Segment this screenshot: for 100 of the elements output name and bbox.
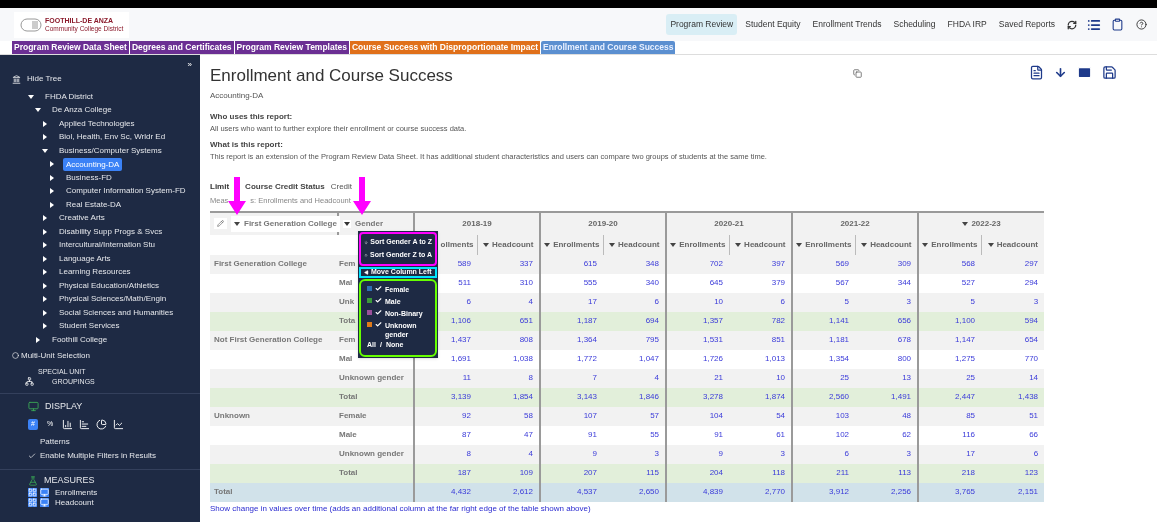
report-tab[interactable]: Program Review Data Sheet xyxy=(12,41,129,54)
value-cell[interactable]: 1,357 xyxy=(703,316,724,325)
value-cell[interactable]: 25 xyxy=(966,373,976,382)
tree-item[interactable]: Physical Education/Athletics xyxy=(56,279,163,292)
value-cell[interactable]: 211 xyxy=(836,468,850,477)
value-cell[interactable]: 21 xyxy=(714,373,724,382)
tree-item[interactable]: Accounting-DA xyxy=(63,157,123,171)
value-cell[interactable]: 1,181 xyxy=(829,335,850,344)
value-cell[interactable]: 10 xyxy=(714,297,724,306)
monitor-icon[interactable] xyxy=(40,498,49,507)
value-cell[interactable]: 51 xyxy=(1029,411,1039,420)
show-change-link[interactable]: Show change in values over time (adds an additional column at the far right edge of the table shown above) xyxy=(210,503,591,513)
value-cell[interactable]: 4 xyxy=(528,449,533,458)
value-cell[interactable]: 3,143 xyxy=(577,392,597,401)
value-cell[interactable]: 55 xyxy=(650,430,660,439)
value-cell[interactable]: 6 xyxy=(466,297,471,306)
nav-link[interactable]: FHDA IRP xyxy=(943,14,991,35)
value-cell[interactable]: 1,275 xyxy=(955,354,976,363)
value-cell[interactable]: 9 xyxy=(592,449,597,458)
value-cell[interactable]: 1,047 xyxy=(639,354,660,363)
check-icon[interactable] xyxy=(28,451,36,460)
value-cell[interactable]: 344 xyxy=(897,278,912,287)
value-cell[interactable]: 3 xyxy=(654,449,660,458)
value-cell[interactable]: 654 xyxy=(1024,335,1039,344)
value-cell[interactable]: 3 xyxy=(906,449,912,458)
value-cell[interactable]: 337 xyxy=(519,259,533,268)
value-cell[interactable]: 1,874 xyxy=(765,392,786,401)
value-cell[interactable]: 61 xyxy=(776,430,786,439)
chart-type-icon[interactable] xyxy=(62,419,74,430)
tree-item[interactable]: Applied Technologies xyxy=(56,117,138,130)
value-cell[interactable]: 92 xyxy=(462,411,471,420)
year-header[interactable]: 2022-23 xyxy=(971,217,1001,230)
value-cell[interactable]: 6 xyxy=(844,449,850,458)
value-cell[interactable]: 1,854 xyxy=(513,392,533,401)
value-cell[interactable]: 4,432 xyxy=(450,487,471,496)
value-cell[interactable]: 91 xyxy=(588,430,597,439)
value-cell[interactable]: 9 xyxy=(718,449,724,458)
value-cell[interactable]: 3 xyxy=(1033,297,1039,306)
value-cell[interactable]: 3,139 xyxy=(450,392,471,401)
value-cell[interactable]: 851 xyxy=(771,335,786,344)
value-cell[interactable]: 511 xyxy=(458,278,471,287)
value-cell[interactable]: 17 xyxy=(588,297,597,306)
value-cell[interactable]: 3,912 xyxy=(829,487,850,496)
value-cell[interactable]: 2,151 xyxy=(1018,487,1039,496)
value-cell[interactable]: 589 xyxy=(457,259,471,268)
value-cell[interactable]: 118 xyxy=(772,468,786,477)
chart-type-icon[interactable] xyxy=(79,419,91,430)
table-icon[interactable] xyxy=(28,488,37,497)
list-icon[interactable] xyxy=(1087,17,1101,32)
value-cell[interactable]: 218 xyxy=(961,468,976,477)
tree-item[interactable]: Business-FD xyxy=(63,171,115,184)
value-cell[interactable]: 6 xyxy=(654,297,660,306)
value-cell[interactable]: 66 xyxy=(1029,430,1039,439)
value-cell[interactable]: 4,839 xyxy=(703,487,724,496)
nav-link[interactable]: Scheduling xyxy=(889,14,940,35)
value-cell[interactable]: 678 xyxy=(897,335,912,344)
report-tab[interactable]: Degrees and Certificates xyxy=(129,41,234,54)
value-cell[interactable]: 13 xyxy=(902,373,912,382)
value-cell[interactable]: 11 xyxy=(462,373,471,382)
nav-link[interactable]: Student Equity xyxy=(741,14,805,35)
tree-item[interactable]: Social Sciences and Humanities xyxy=(56,306,177,319)
value-cell[interactable]: 555 xyxy=(583,278,597,287)
value-cell[interactable]: 58 xyxy=(524,411,533,420)
collapse-toggle[interactable]: » xyxy=(187,59,192,71)
value-cell[interactable]: 25 xyxy=(840,373,850,382)
value-cell[interactable]: 85 xyxy=(966,411,976,420)
row-field-dropdown[interactable]: First Generation College xyxy=(231,215,340,232)
value-cell[interactable]: 1,187 xyxy=(577,316,597,325)
value-cell[interactable]: 567 xyxy=(835,278,850,287)
value-cell[interactable]: 1,354 xyxy=(829,354,850,363)
value-cell[interactable]: 6 xyxy=(1033,449,1039,458)
tree-item[interactable]: Disability Supp Progs & Svcs xyxy=(56,225,166,238)
value-cell[interactable]: 1,147 xyxy=(955,335,976,344)
tree-item[interactable]: Foothill College xyxy=(49,333,111,346)
value-cell[interactable]: 48 xyxy=(902,411,912,420)
tree-item[interactable]: De Anza College xyxy=(49,104,115,117)
value-cell[interactable]: 770 xyxy=(1024,354,1039,363)
radio-icon[interactable] xyxy=(12,352,19,359)
value-cell[interactable]: 103 xyxy=(835,411,850,420)
multi-unit-link[interactable]: Multi-Unit Selection xyxy=(21,349,90,362)
value-cell[interactable]: 47 xyxy=(524,430,533,439)
column-field-dropdown[interactable]: Gender xyxy=(343,217,383,230)
value-cell[interactable]: 204 xyxy=(709,468,724,477)
value-cell[interactable]: 8 xyxy=(466,449,471,458)
value-cell[interactable]: 3,765 xyxy=(955,487,976,496)
tree-item[interactable]: Language Arts xyxy=(56,252,114,265)
value-cell[interactable]: 1,726 xyxy=(703,354,724,363)
value-cell[interactable]: 62 xyxy=(902,430,912,439)
value-cell[interactable]: 1,691 xyxy=(450,354,471,363)
check-icon[interactable] xyxy=(375,296,382,304)
tree-item[interactable]: Student Services xyxy=(56,320,123,333)
value-cell[interactable]: 187 xyxy=(457,468,471,477)
tree-item[interactable]: Biol, Health, Env Sc, Wrldr Ed xyxy=(56,131,169,144)
refresh-icon[interactable] xyxy=(1067,19,1077,30)
value-cell[interactable]: 4,537 xyxy=(577,487,597,496)
tree-item[interactable]: Creative Arts xyxy=(56,212,108,225)
value-cell[interactable]: 2,256 xyxy=(891,487,912,496)
value-cell[interactable]: 7 xyxy=(592,373,597,382)
value-cell[interactable]: 527 xyxy=(961,278,976,287)
tree-item[interactable]: Learning Resources xyxy=(56,266,134,279)
